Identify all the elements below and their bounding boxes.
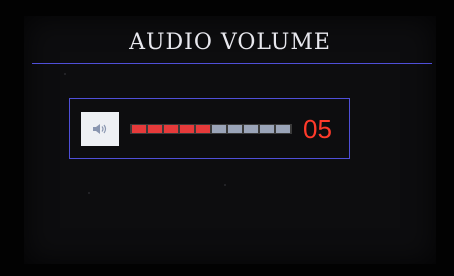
volume-segment-empty — [276, 125, 290, 133]
volume-segment-empty — [260, 125, 274, 133]
volume-segment-filled — [132, 125, 146, 133]
volume-panel: 05 — [69, 98, 350, 159]
volume-segment-filled — [196, 125, 210, 133]
screen-speck — [88, 192, 90, 194]
title-divider — [32, 63, 432, 64]
speaker-icon — [92, 122, 108, 136]
volume-segment-empty — [228, 125, 242, 133]
volume-level-value: 05 — [303, 114, 332, 144]
volume-segment-empty — [244, 125, 258, 133]
mute-button[interactable] — [81, 112, 119, 146]
volume-segment-empty — [212, 125, 226, 133]
volume-segment-filled — [164, 125, 178, 133]
lcd-screen: AUDIO VOLUME 05 — [24, 16, 436, 264]
screen-speck — [224, 184, 226, 186]
volume-segment-filled — [148, 125, 162, 133]
device-bezel: AUDIO VOLUME 05 — [0, 0, 454, 276]
volume-segment-filled — [180, 125, 194, 133]
page-title: AUDIO VOLUME — [129, 30, 331, 55]
volume-slider[interactable] — [130, 124, 292, 134]
screen-speck — [64, 73, 66, 75]
